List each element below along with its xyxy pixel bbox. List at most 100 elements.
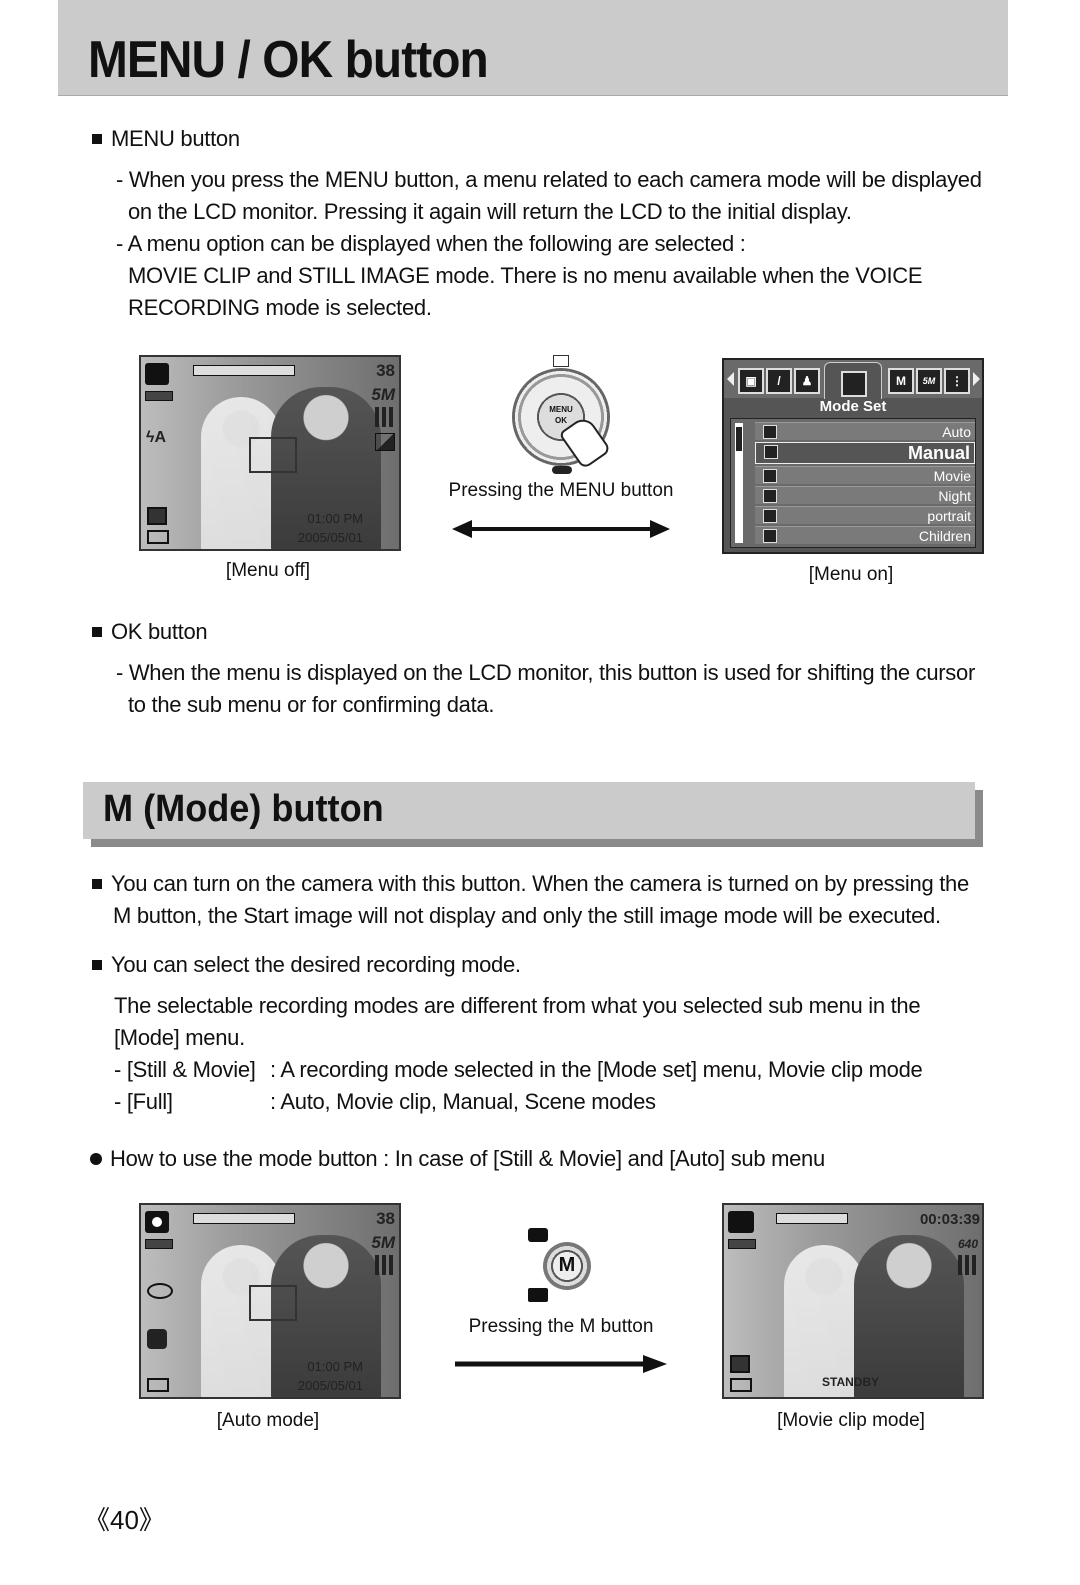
movie-size: 640 [957,1237,978,1251]
zoom-bar [193,1213,295,1224]
menu-item-movie[interactable]: Movie [755,466,975,484]
option-value: : A recording mode selected in the [Mode… [270,1057,923,1082]
af-frame [249,1285,297,1321]
flash-auto-icon: ϟA [146,429,167,446]
movie-mode-icon [728,1211,754,1233]
image-size: 5M [371,385,395,404]
still-camera-icon [528,1228,548,1242]
menu-item-portrait[interactable]: portrait [755,506,975,524]
menu-list: Auto Manual Movie Night portrait Childre… [730,418,976,548]
option-key: - [Still & Movie] [114,1057,256,1082]
tab-m[interactable]: M [888,368,914,394]
menu-text-line: MOVIE CLIP and STILL IMAGE mode. There i… [128,263,923,288]
ok-text-line: - When the menu is displayed on the LCD … [116,660,975,685]
frame-rate-icon [958,1255,978,1275]
lcd-auto-mode: 38 5M 01:00 PM 2005/05/01 [139,1203,401,1399]
square-bullet-icon [92,960,102,970]
battery-icon [145,1239,173,1249]
red-eye-icon [147,1283,173,1299]
manual-mode-icon [841,371,867,397]
tab-quality-icon[interactable]: ⋮ [944,368,970,394]
m-button-label: M [558,1254,576,1276]
sharpness-icon [375,433,395,451]
section-title: M (Mode) button [103,788,384,830]
mode-para3-line: [Mode] menu. [114,1025,245,1050]
square-bullet-icon [92,879,102,889]
mode-para1-line: M button, the Start image will not displ… [113,903,941,928]
mode-para2: You can select the desired recording mod… [92,949,521,981]
caption-menu-off: [Menu off] [225,560,311,581]
quality-icon [375,407,395,427]
option-key: - [Full] [114,1089,173,1114]
children-icon [763,529,777,543]
page-number: 《40》 [84,1505,165,1535]
caption-auto-mode: [Auto mode] [216,1410,320,1431]
double-arrow-icon [452,520,670,538]
metering-icon [730,1355,750,1373]
menu-item-auto[interactable]: Auto [755,422,975,440]
tab-left-arrow-icon[interactable] [727,372,734,386]
menu-title: Mode Set [819,398,887,415]
tab-size[interactable]: 5M [916,368,942,394]
shots-remaining: 38 [376,361,395,380]
card-icon [147,1378,169,1392]
ok-button-heading: OK button [92,616,208,648]
scrollbar[interactable] [735,423,743,543]
tab-right-arrow-icon[interactable] [973,372,980,386]
right-arrow-icon [455,1355,667,1373]
movie-camera-icon [528,1288,548,1302]
lcd-menu-off: 38 5M ϟA 01:00 PM 2005/05/01 [139,355,401,551]
page-title-band: MENU / OK button [58,0,1008,96]
recording-time: 00:03:39 [919,1211,980,1228]
menu-item-night[interactable]: Night [755,486,975,504]
zoom-bar [193,365,295,376]
lcd-menu-on: ▣ / ♟ M 5M ⋮ Mode Set Auto Manual Movie … [722,358,984,554]
menu-text-line: - A menu option can be displayed when th… [116,231,746,256]
menu-text-line: RECORDING mode is selected. [128,295,432,320]
quality-icon [375,1255,395,1275]
image-size: 5M [371,1233,395,1252]
tab-setup-wrench-icon[interactable]: / [766,368,792,394]
night-moon-icon [763,489,777,503]
option-value: : Auto, Movie clip, Manual, Scene modes [270,1089,656,1114]
menu-item-children[interactable]: Children [755,526,975,544]
metering-icon [147,507,167,525]
mode-para3-line: The selectable recording modes are diffe… [114,993,921,1018]
caption-menu-on: [Menu on] [808,564,894,585]
shots-remaining: 38 [376,1209,395,1228]
portrait-icon [763,509,777,523]
auto-camera-icon [145,1211,169,1233]
menu-button-heading: MENU button [92,123,240,155]
menu-text-line: - When you press the MENU button, a menu… [116,167,982,192]
photo-bride [201,1245,281,1397]
card-icon [730,1378,752,1392]
tab-playback-icon[interactable]: ▣ [738,368,764,394]
photo-bride [201,397,281,549]
square-bullet-icon [92,134,102,144]
tab-my-camera-icon[interactable]: ♟ [794,368,820,394]
manual-mode-icon [764,445,778,459]
osd-time: 01:00 PM [307,511,363,526]
movie-camera-icon [763,469,777,483]
osd-date: 2005/05/01 [297,530,363,545]
lcd-movie-clip-mode: 00:03:39 640 STANDBY [722,1203,984,1399]
scrollbar-thumb[interactable] [736,427,742,451]
osd-time: 01:00 PM [307,1359,363,1374]
osd-date: 2005/05/01 [297,1378,363,1393]
card-icon [147,530,169,544]
square-bullet-icon [92,627,102,637]
caption-pressing-m: Pressing the M button [468,1316,654,1337]
mode-para1-line: You can turn on the camera with this but… [92,868,969,900]
round-bullet-icon [90,1153,102,1165]
menu-item-manual[interactable]: Manual [755,442,975,464]
section-title-band: M (Mode) button [83,782,975,839]
camera-icon [763,425,777,439]
voice-memo-icon [553,355,569,367]
howto-line: How to use the mode button : In case of … [90,1143,825,1175]
tab-mode-set-active[interactable] [824,362,882,399]
standby-status: STANDBY [822,1375,880,1389]
page-title: MENU / OK button [88,31,489,89]
battery-icon [728,1239,756,1249]
zoom-bar [776,1213,848,1224]
ok-text-line: to the sub menu or for confirming data. [128,692,495,717]
